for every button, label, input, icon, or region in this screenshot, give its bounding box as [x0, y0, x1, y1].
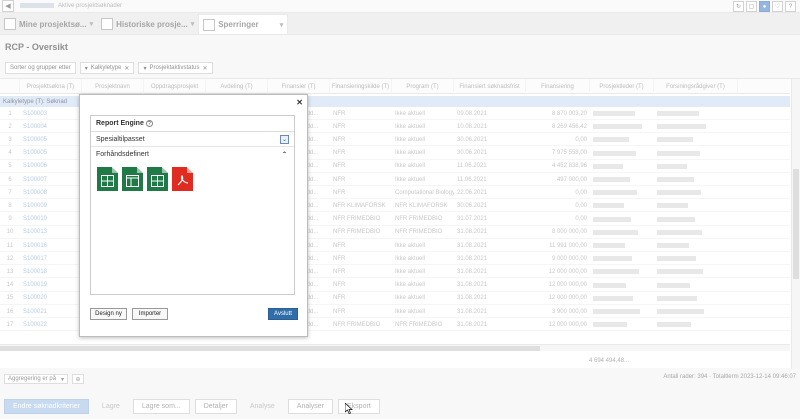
collapse-icon[interactable]: ⌃ [280, 150, 289, 159]
mouse-cursor-icon [345, 403, 353, 414]
excel-table-icon[interactable] [97, 167, 118, 191]
section-predefined[interactable]: Forhåndsdefinert ⌃ [91, 147, 294, 162]
import-button[interactable]: Importer [132, 308, 168, 320]
close-icon[interactable]: ✕ [296, 98, 303, 107]
section-custom[interactable]: Spesialtilpasset ⌄ [91, 132, 294, 147]
dialog-footer: Design ny Importer Avslutt [90, 307, 298, 323]
expand-icon[interactable]: ⌄ [280, 134, 289, 144]
design-new-button[interactable]: Design ny [90, 308, 127, 320]
report-engine-panel: Report Engine? Spesialtilpasset ⌄ Forhånd… [90, 115, 295, 295]
report-engine-dialog: ✕ Report Engine? Spesialtilpasset ⌄ Forhå… [79, 94, 308, 337]
template-icons [91, 162, 294, 196]
pdf-icon[interactable] [172, 167, 193, 191]
panel-title: Report Engine? [91, 116, 294, 132]
close-dialog-button[interactable]: Avslutt [268, 308, 298, 320]
excel-chart-icon[interactable] [122, 167, 143, 191]
excel-grid-icon[interactable] [147, 167, 168, 191]
help-icon[interactable]: ? [145, 120, 153, 127]
